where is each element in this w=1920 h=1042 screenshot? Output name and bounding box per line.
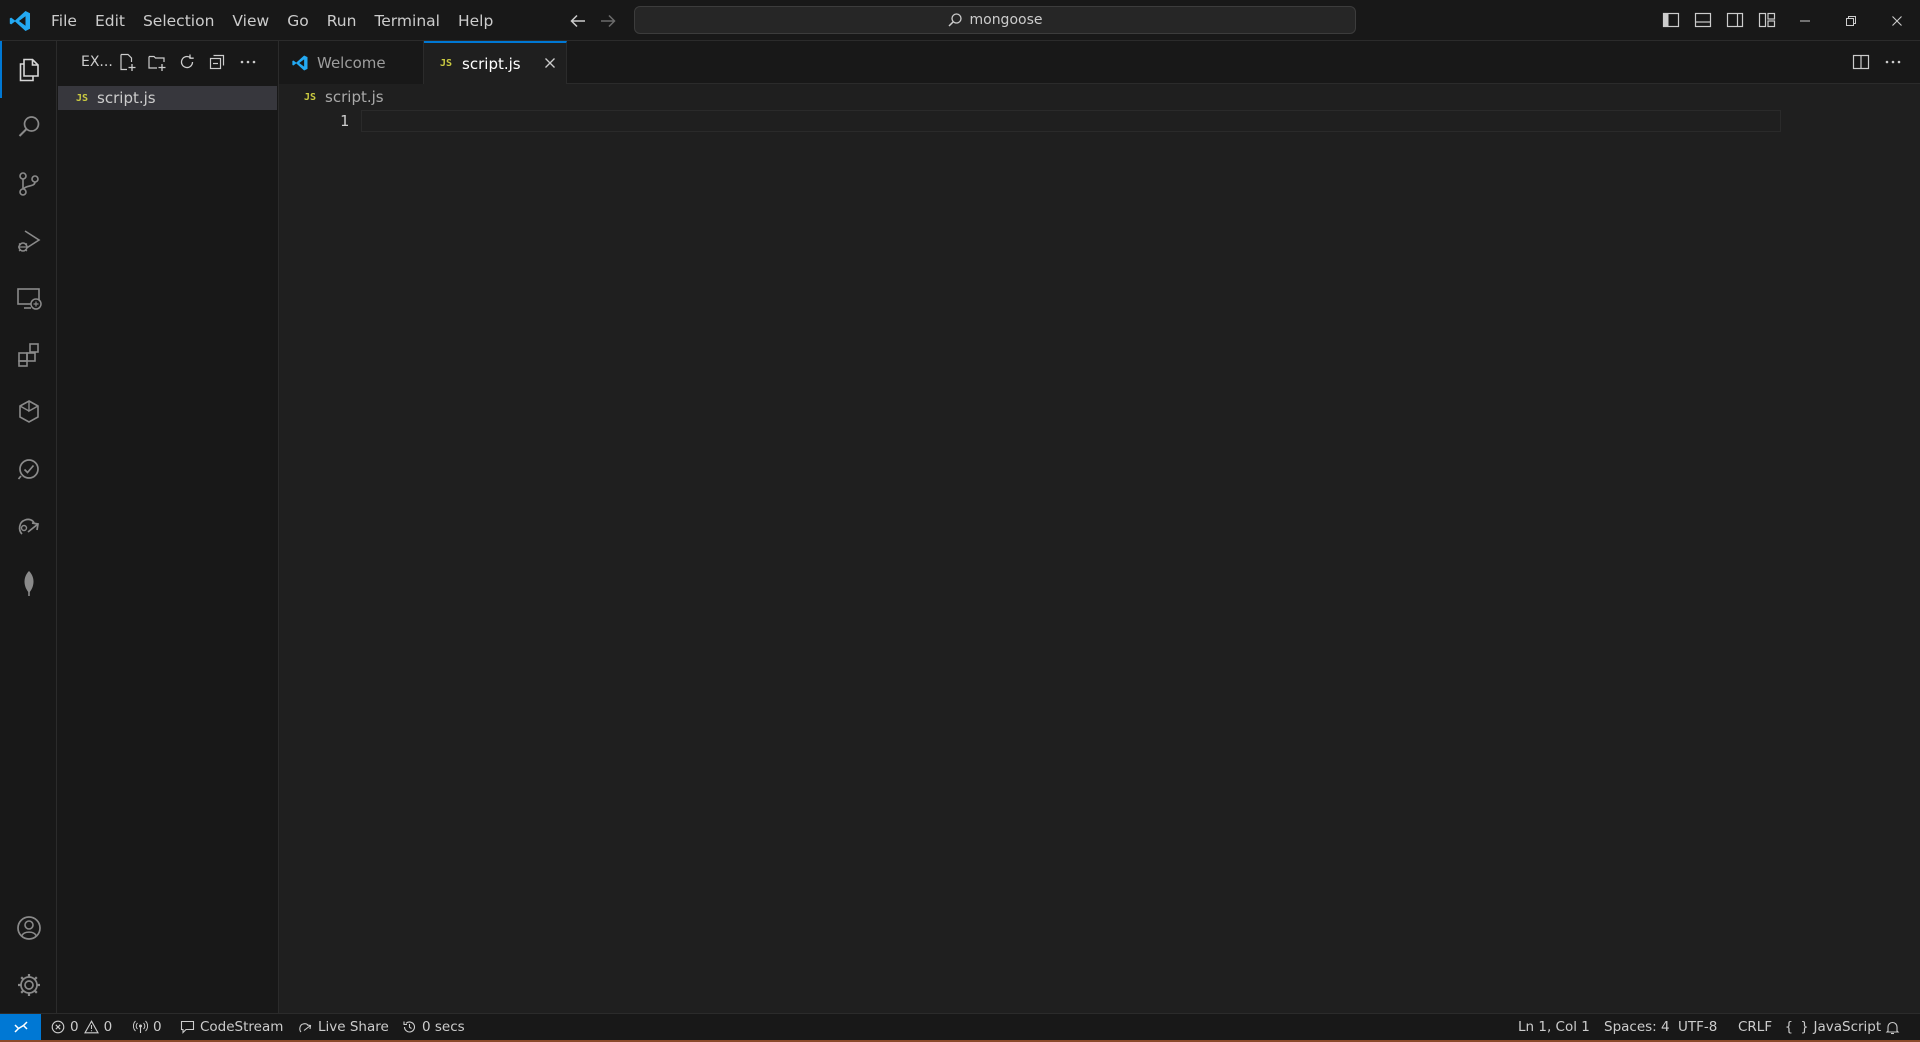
- indentation: Spaces: 4: [1604, 1019, 1670, 1035]
- close-tab-icon[interactable]: [541, 54, 559, 72]
- js-file-icon: JS: [304, 91, 317, 103]
- command-center-search[interactable]: mongoose: [634, 6, 1356, 34]
- code-editor[interactable]: 1: [279, 110, 1920, 1013]
- status-bar: 0 0 0 CodeStream Live Share 0 secs Ln 1,…: [0, 1013, 1920, 1040]
- close-window-icon[interactable]: [1874, 0, 1920, 41]
- braces-icon: { }: [1785, 1019, 1809, 1035]
- codestream-status[interactable]: CodeStream: [180, 1014, 283, 1040]
- history-icon: [402, 1020, 417, 1034]
- live-share-icon[interactable]: [0, 497, 57, 554]
- vscode-logo-icon: [291, 54, 309, 72]
- problems-status[interactable]: 0 0: [51, 1014, 112, 1040]
- cursor-position: Ln 1, Col 1: [1518, 1019, 1590, 1035]
- live-share-status[interactable]: Live Share: [298, 1014, 389, 1040]
- live-share-label: Live Share: [318, 1019, 389, 1035]
- bell-icon: [1885, 1020, 1900, 1035]
- error-count: 0: [70, 1019, 79, 1035]
- ports-status[interactable]: 0: [133, 1014, 162, 1040]
- time-label: 0 secs: [422, 1019, 465, 1035]
- error-icon: [51, 1020, 65, 1034]
- file-tree-item[interactable]: JS script.js: [58, 86, 277, 110]
- restore-icon[interactable]: [1828, 0, 1874, 41]
- manage-gear-icon[interactable]: [0, 956, 57, 1013]
- title-bar: File Edit Selection View Go Run Terminal…: [0, 0, 1920, 41]
- warning-count: 0: [103, 1019, 113, 1035]
- remote-indicator-icon[interactable]: [0, 1014, 41, 1040]
- menu-edit[interactable]: Edit: [86, 6, 134, 36]
- warning-icon: [83, 1020, 99, 1034]
- js-file-icon: JS: [440, 58, 453, 69]
- indentation-status[interactable]: Spaces: 4: [1604, 1014, 1670, 1040]
- run-and-debug-icon[interactable]: [0, 212, 57, 269]
- encoding-status[interactable]: UTF-8: [1678, 1014, 1717, 1040]
- js-file-icon: JS: [76, 92, 89, 104]
- tab-label: Welcome: [317, 53, 386, 72]
- more-actions-icon[interactable]: [237, 51, 259, 73]
- tab-welcome[interactable]: Welcome: [279, 41, 424, 84]
- ports-count: 0: [153, 1019, 162, 1035]
- current-line-highlight: [361, 110, 1781, 132]
- tab-script-js[interactable]: JS script.js: [424, 41, 567, 84]
- eol: CRLF: [1738, 1019, 1773, 1035]
- menu-help[interactable]: Help: [449, 6, 502, 36]
- toggle-panel-icon[interactable]: [1692, 9, 1714, 31]
- menu-file[interactable]: File: [42, 6, 86, 36]
- explorer-icon[interactable]: [0, 41, 57, 98]
- encoding: UTF-8: [1678, 1019, 1718, 1035]
- live-share-icon: [298, 1020, 313, 1034]
- menu-selection[interactable]: Selection: [134, 6, 223, 36]
- extensions-icon[interactable]: [0, 326, 57, 383]
- mongodb-leaf-icon[interactable]: [0, 554, 57, 611]
- codestream-icon[interactable]: [0, 383, 57, 440]
- search-icon: [947, 12, 963, 28]
- search-text: mongoose: [969, 12, 1043, 28]
- tab-label: script.js: [462, 54, 521, 73]
- broadcast-icon: [133, 1020, 148, 1034]
- search-view-icon[interactable]: [0, 98, 57, 155]
- customize-layout-icon[interactable]: [1756, 9, 1778, 31]
- breadcrumb: JS script.js: [279, 84, 384, 110]
- collapse-all-icon[interactable]: [206, 51, 228, 73]
- split-editor-icon[interactable]: [1850, 51, 1872, 73]
- menu-bar: File Edit Selection View Go Run Terminal…: [42, 0, 502, 41]
- new-file-icon[interactable]: [116, 51, 138, 73]
- comment-icon: [180, 1020, 195, 1034]
- menu-go[interactable]: Go: [278, 6, 318, 36]
- toggle-primary-sidebar-icon[interactable]: [1660, 9, 1682, 31]
- line-number: 1: [339, 112, 349, 130]
- toggle-secondary-sidebar-icon[interactable]: [1724, 9, 1746, 31]
- language-mode: JavaScript: [1813, 1019, 1882, 1035]
- language-mode-status[interactable]: { } JavaScript: [1785, 1014, 1881, 1040]
- accounts-icon[interactable]: [0, 899, 57, 956]
- codestream-label: CodeStream: [200, 1019, 284, 1035]
- cursor-position-status[interactable]: Ln 1, Col 1: [1518, 1014, 1590, 1040]
- forward-arrow-icon[interactable]: [597, 10, 619, 32]
- menu-view[interactable]: View: [223, 6, 278, 36]
- minimize-icon[interactable]: [1782, 0, 1828, 41]
- back-arrow-icon[interactable]: [567, 10, 589, 32]
- source-control-icon[interactable]: [0, 155, 57, 212]
- eol-status[interactable]: CRLF: [1738, 1014, 1772, 1040]
- activity-bar: [0, 41, 57, 1013]
- testing-icon[interactable]: [0, 440, 57, 497]
- editor-tab-bar: Welcome JS script.js: [279, 41, 1920, 84]
- file-tree-item-label: script.js: [97, 89, 156, 107]
- refresh-icon[interactable]: [176, 51, 198, 73]
- remote-explorer-icon[interactable]: [0, 269, 57, 326]
- explorer-sidebar: EX... JS script.js: [57, 41, 279, 1013]
- editor-more-actions-icon[interactable]: [1882, 51, 1904, 73]
- notifications-status[interactable]: [1885, 1014, 1900, 1040]
- vscode-logo-icon: [8, 9, 32, 33]
- new-folder-icon[interactable]: [146, 51, 168, 73]
- sidebar-title: EX...: [81, 54, 113, 70]
- time-tracker-status[interactable]: 0 secs: [402, 1014, 465, 1040]
- menu-terminal[interactable]: Terminal: [365, 6, 449, 36]
- breadcrumb-file[interactable]: script.js: [325, 88, 384, 106]
- menu-run[interactable]: Run: [318, 6, 366, 36]
